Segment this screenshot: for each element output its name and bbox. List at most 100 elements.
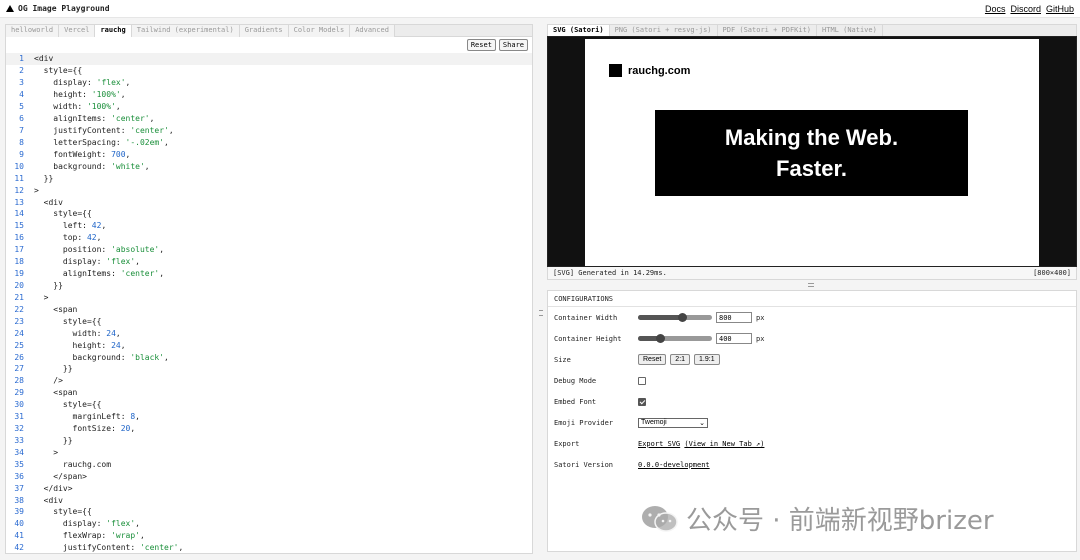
debug-mode-checkbox[interactable] [638,376,646,385]
code-line[interactable]: 21 > [6,291,532,303]
line-content: background: 'white', [34,161,150,171]
size-reset-button[interactable]: Reset [638,354,667,365]
chevron-down-icon: ⌄ [699,419,705,427]
code-line[interactable]: 40 display: 'flex', [6,518,532,530]
line-number: 29 [14,388,24,398]
code-line[interactable]: 1 <div [6,53,532,65]
reset-button[interactable]: Reset [466,39,496,51]
generation-status: [SVG] Generated in 14.29ms. [553,269,667,277]
container-width-input[interactable] [716,312,752,323]
size-row: Size Reset 2:1 1.9:1 [548,349,1076,370]
line-content: <div [34,54,54,64]
container-height-row: Container Height px [548,328,1076,349]
line-number: 6 [19,114,24,124]
slider-knob[interactable] [677,312,687,322]
code-line[interactable]: 3 display: 'flex', [6,77,532,89]
code-line[interactable]: 14 style={{ [6,208,532,220]
horizontal-splitter[interactable] [547,280,1077,290]
code-line[interactable]: 34 > [6,446,532,458]
line-content: }} [34,364,73,374]
line-number: 17 [14,245,24,255]
code-line[interactable]: 31 marginLeft: 8, [6,411,532,423]
code-line[interactable]: 18 display: 'flex', [6,256,532,268]
code-line[interactable]: 9 fontWeight: 700, [6,148,532,160]
line-content: </div> [34,483,73,493]
satori-version-link[interactable]: 0.0.0-development [638,461,710,469]
container-height-slider[interactable] [638,333,712,343]
code-line[interactable]: 35 rauchg.com [6,458,532,470]
code-line[interactable]: 30 style={{ [6,399,532,411]
line-number: 37 [14,483,24,493]
code-line[interactable]: 25 height: 24, [6,339,532,351]
share-button[interactable]: Share [498,39,528,51]
code-editor[interactable]: 1 <div 2 style={{3 display: 'flex', 4 heigh… [6,53,532,554]
code-line[interactable]: 8 letterSpacing: '-.02em', [6,136,532,148]
tab-advanced[interactable]: Advanced [350,25,395,37]
line-content: style={{ [34,209,92,219]
code-line[interactable]: 5 width: '100%', [6,101,532,113]
code-line[interactable]: 29 <span [6,387,532,399]
code-line[interactable]: 36 </span> [6,470,532,482]
discord-link[interactable]: Discord [1010,4,1041,14]
line-number: 23 [14,316,24,326]
container-width-slider[interactable] [638,312,712,322]
code-line[interactable]: 33 }} [6,435,532,447]
code-line[interactable]: 32 fontSize: 20, [6,423,532,435]
line-content: <span [34,304,78,314]
code-line[interactable]: 10 background: 'white', [6,160,532,172]
code-line[interactable]: 38 <div [6,494,532,506]
debug-mode-row: Debug Mode [548,370,1076,391]
line-content: style={{ [34,66,83,76]
code-line[interactable]: 12 > [6,184,532,196]
tab-gradients[interactable]: Gradients [239,25,289,37]
code-line[interactable]: 19 alignItems: 'center', [6,268,532,280]
tab-helloworld[interactable]: helloworld [6,25,60,37]
container-height-input[interactable] [716,333,752,344]
line-content: }} [34,435,73,445]
code-line[interactable]: 24 width: 24, [6,327,532,339]
wechat-icon [642,505,678,532]
export-svg-link[interactable]: Export SVG [638,440,680,448]
code-line[interactable]: 7 justifyContent: 'center', [6,125,532,137]
line-number: 11 [14,173,24,183]
code-line[interactable]: 22 <span [6,303,532,315]
code-line[interactable]: 13 <div [6,196,532,208]
code-line[interactable]: 42 justifyContent: 'center', [6,542,532,554]
code-line[interactable]: 28 /> [6,375,532,387]
slider-knob[interactable] [655,333,665,343]
line-number: 13 [14,197,24,207]
tab-rauchg[interactable]: rauchg [95,25,132,37]
tab-tailwind[interactable]: Tailwind (experimental) [131,25,240,37]
size-1-9-1-button[interactable]: 1.9:1 [694,354,720,365]
code-line[interactable]: 11 }} [6,172,532,184]
code-line[interactable]: 15 left: 42, [6,220,532,232]
code-line[interactable]: 41 flexWrap: 'wrap', [6,530,532,542]
github-link[interactable]: GitHub [1046,4,1074,14]
code-line[interactable]: 20 }} [6,280,532,292]
view-new-tab-link[interactable]: (View in New Tab ↗) [684,440,764,448]
line-content: marginLeft: 8, [34,412,140,422]
code-line[interactable]: 37 </div> [6,482,532,494]
size-2-1-button[interactable]: 2:1 [670,354,691,365]
code-line[interactable]: 4 height: '100%', [6,89,532,101]
app-brand[interactable]: OG Image Playground [6,4,110,13]
line-number: 30 [14,400,24,410]
code-line[interactable]: 16 top: 42, [6,232,532,244]
code-line[interactable]: 17 position: 'absolute', [6,244,532,256]
code-line[interactable]: 27 }} [6,363,532,375]
emoji-provider-select[interactable]: Twemoji ⌄ [638,417,708,428]
code-line[interactable]: 6 alignItems: 'center', [6,113,532,125]
line-content: rauchg.com [34,459,112,469]
line-number: 7 [19,125,24,135]
tab-vercel[interactable]: Vercel [59,25,96,37]
code-line[interactable]: 2 style={{ [6,65,532,77]
embed-font-checkbox[interactable] [638,397,646,406]
code-line[interactable]: 39 style={{ [6,506,532,518]
line-content: style={{ [34,507,92,517]
line-content: display: 'flex', [34,519,140,529]
code-line[interactable]: 23 style={{ [6,315,532,327]
code-line[interactable]: 26 background: 'black', [6,351,532,363]
docs-link[interactable]: Docs [985,4,1006,14]
panel-splitter[interactable] [538,24,544,554]
tab-color-models[interactable]: Color Models [288,25,351,37]
